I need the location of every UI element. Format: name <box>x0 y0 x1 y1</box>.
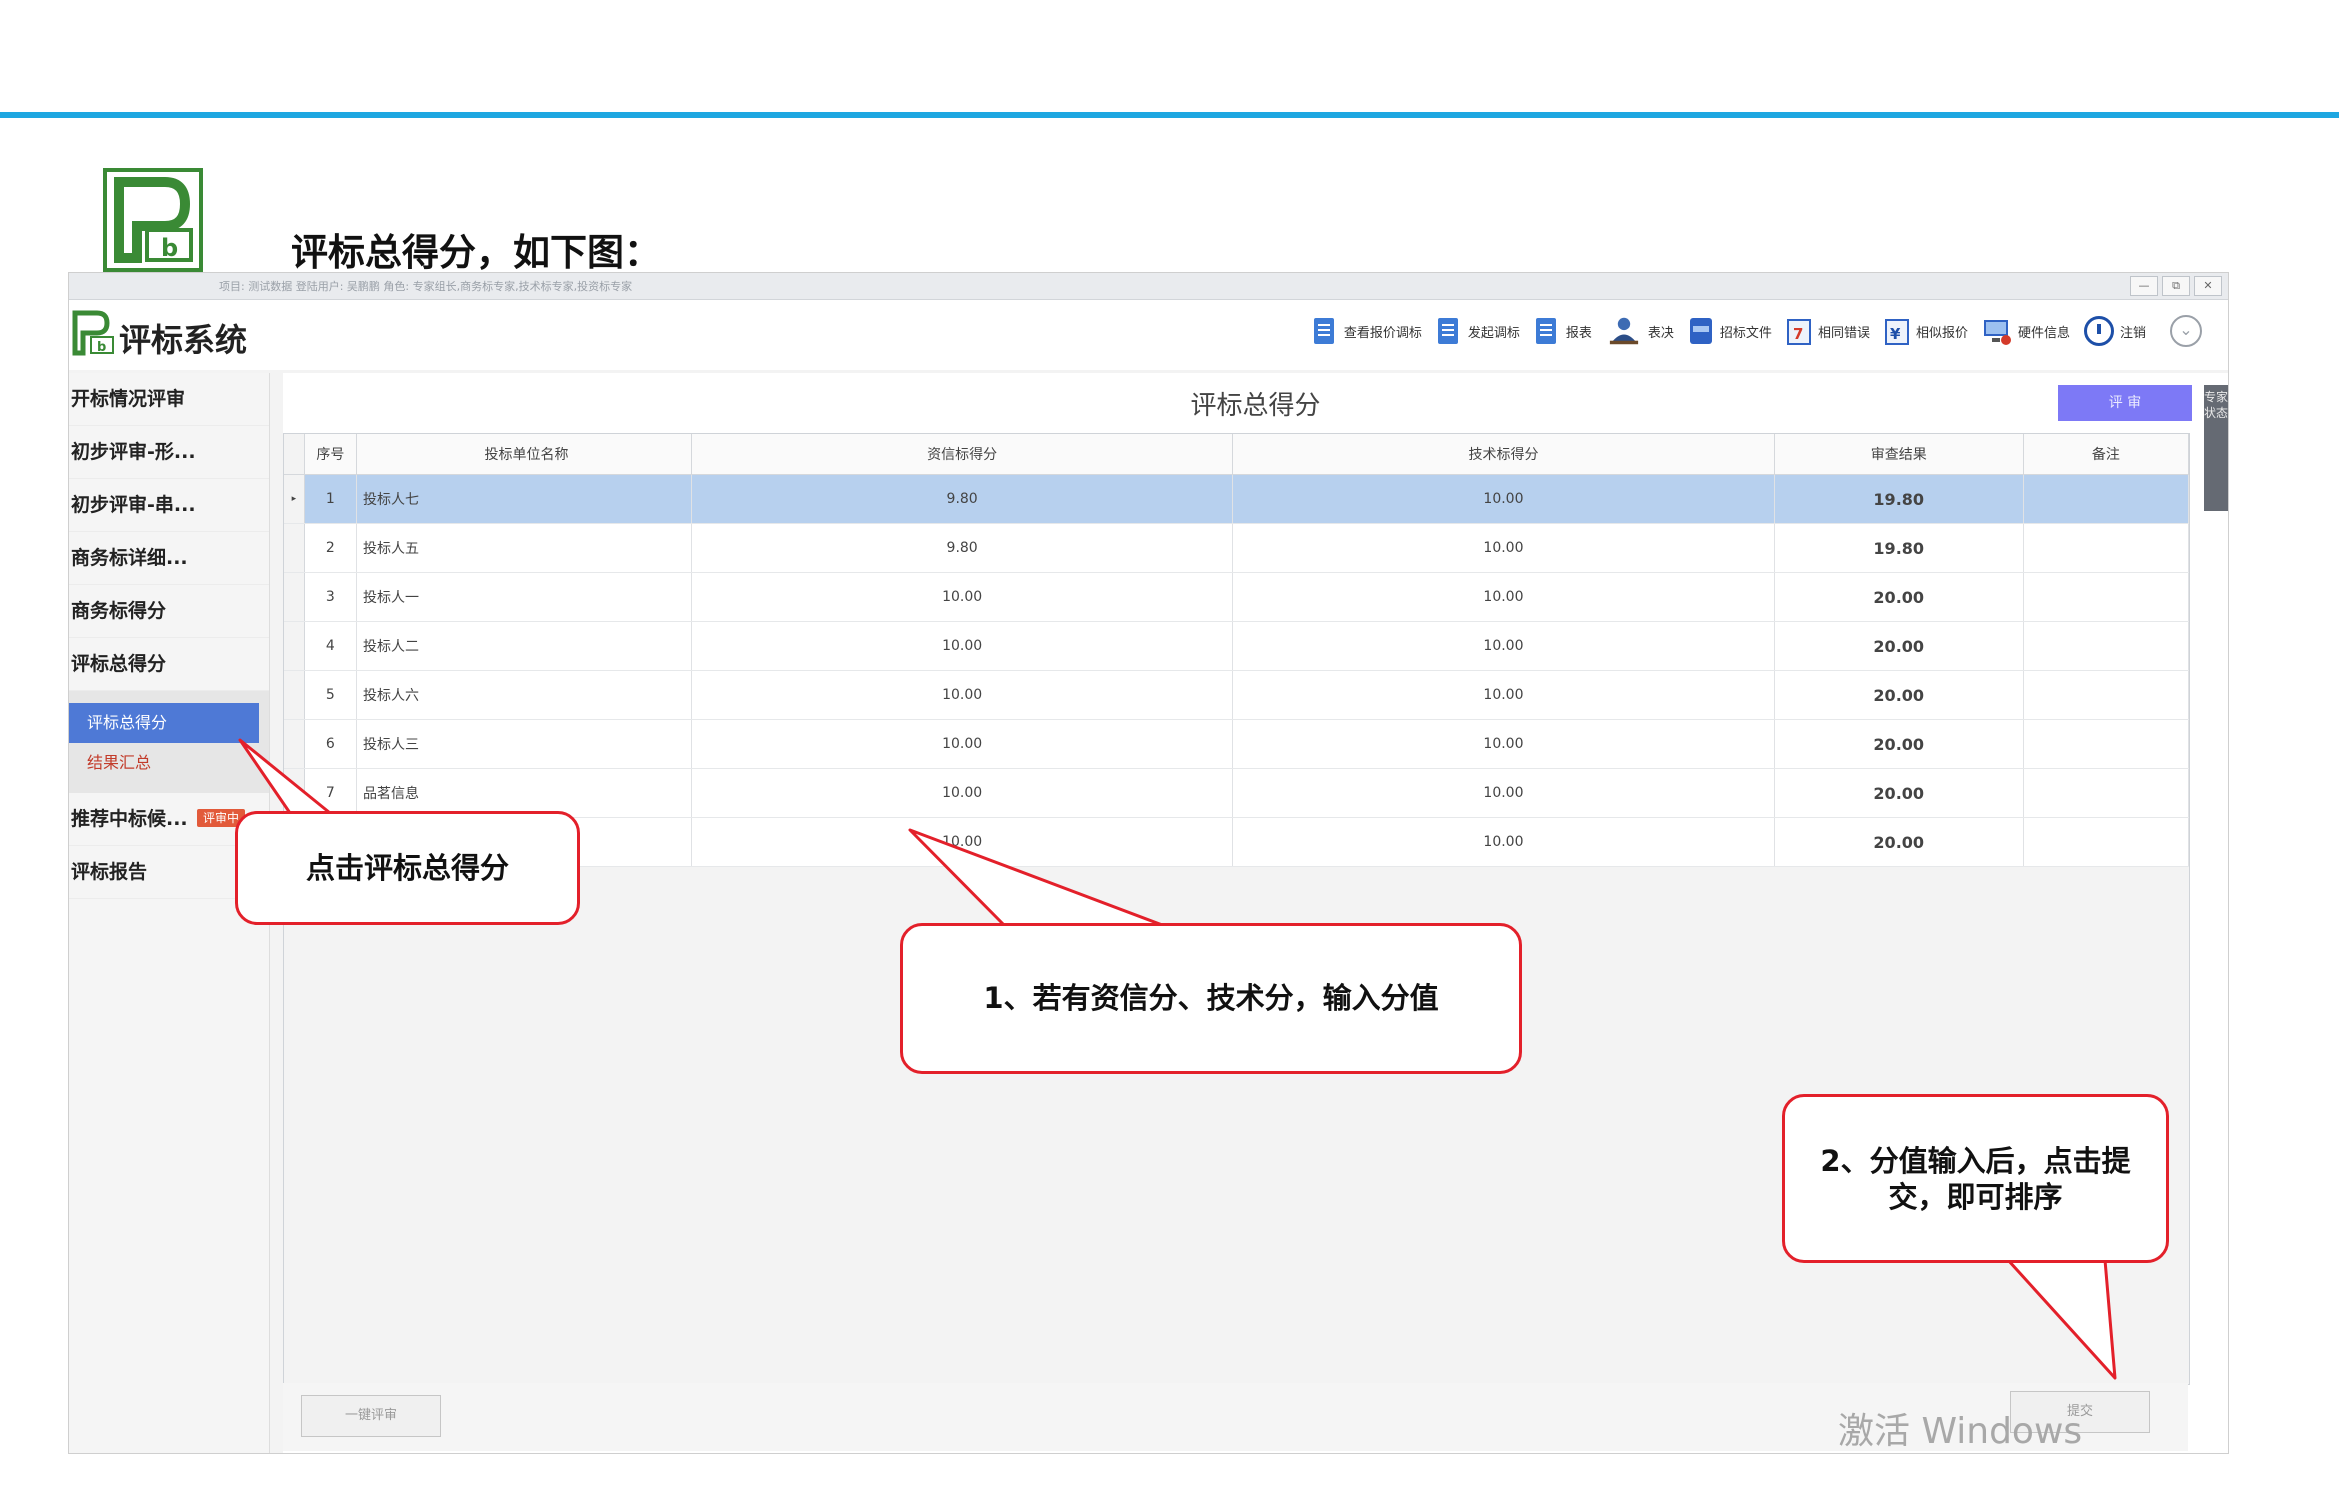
callout-tails <box>238 738 2117 1380</box>
callout-click-total-score: 点击评标总得分 <box>235 811 580 925</box>
callout-tail-2 <box>908 828 1167 928</box>
callout-tail-1 <box>238 738 332 815</box>
callout-input-scores: 1、若有资信分、技术分，输入分值 <box>900 923 1522 1074</box>
callout-tail-3 <box>2006 1258 2117 1380</box>
callout-submit-sort: 2、分值输入后，点击提交，即可排序 <box>1782 1094 2169 1263</box>
